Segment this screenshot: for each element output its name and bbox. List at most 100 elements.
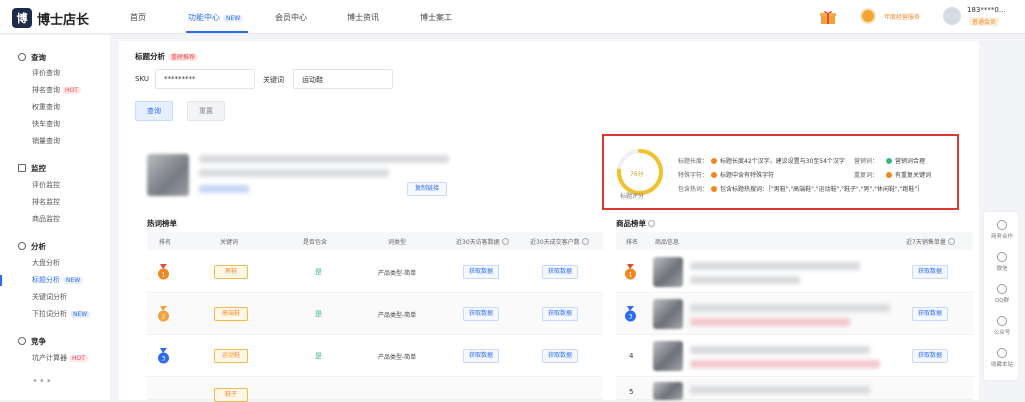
avatar[interactable] [943,7,961,25]
analysis-text: 包含标题热搜词：［"男鞋","高端鞋","运动鞋","鞋子","男","休闲鞋"… [720,186,924,193]
svg-text:2: 2 [162,314,166,321]
vip-service-link[interactable]: 年度经营服务 [884,12,920,21]
sidebar-item-keyword-analysis[interactable]: 关键词分析 [32,292,67,302]
get-data-button[interactable]: 获取数据 [542,265,578,279]
nav-member[interactable]: 会员中心 [275,12,307,23]
sidebar-item-review-query[interactable]: 评价查询 [32,68,60,78]
sku-input[interactable]: ********* [155,69,255,89]
sidebar-section-compete: 竞争 [18,336,46,347]
search-icon [18,53,26,61]
type-value: 产品类型-简单 [378,270,417,277]
analysis-text: 有重复关键词 [895,172,932,179]
sidebar-item-weight-query[interactable]: 权重查询 [32,102,60,112]
product-title-blurred [199,155,449,163]
score-label: 标题评分 [620,193,645,200]
warning-dot-icon [886,172,892,178]
sidebar-item-pit-calc[interactable]: 坑产计算器 HOT [32,353,88,363]
hot-badge: HOT [62,87,81,94]
product-meta-blurred [690,276,800,284]
get-data-button[interactable]: 获取数据 [912,265,948,279]
product-thumbnail [653,382,683,400]
get-data-button[interactable]: 获取数据 [463,307,499,321]
keyword-tag[interactable]: 男鞋 [214,265,248,279]
sidebar-item-express-query[interactable]: 快车查询 [32,119,60,129]
page-title: 标题分析 重磅推荐 [135,51,199,62]
svg-text:3: 3 [629,314,633,321]
bronze-medal-icon: 3 [158,348,169,364]
analysis-key-duplicate: 重复词： [854,172,879,179]
float-label: QQ群 [994,298,1010,304]
float-label: 微信 [996,266,1008,272]
get-data-button[interactable]: 获取数据 [912,307,948,321]
col-type: 词类型 [388,239,407,246]
analysis-key-hotwords: 包含热词： [678,186,709,193]
new-badge: NEW [70,311,91,318]
col-label: 近30天成交客户数 [530,239,580,246]
qq-group-button[interactable]: QQ群 [984,284,1020,304]
sidebar-item-label: 排名查询 [32,86,60,94]
sidebar-item-label: 下拉词分析 [32,310,67,318]
analysis-text: 标题中含有特殊字符 [720,172,775,179]
score-value: 76分 [630,171,644,178]
official-account-button[interactable]: 公众号 [984,316,1020,336]
warning-dot-icon [711,158,717,164]
get-data-button[interactable]: 获取数据 [912,349,948,363]
new-badge: NEW [223,15,244,22]
sidebar-item-dropdown-analysis[interactable]: 下拉词分析 NEW [32,309,91,319]
reset-button[interactable]: 重置 [187,101,225,121]
keyword-tag[interactable]: 运动鞋 [214,349,248,363]
sidebar-section-analysis: 分析 [18,241,46,252]
nav-features[interactable]: 功能中心 NEW [188,12,244,23]
main-panel: 标题分析 重磅推荐 SKU ********* 关键词 运动鞋 查询 重置 复制链… [119,41,979,402]
product-name-blurred [690,346,870,354]
sidebar-item-review-monitor[interactable]: 评价监控 [32,180,60,190]
get-data-button[interactable]: 获取数据 [463,265,499,279]
table-row: 1 获取数据 [616,252,973,293]
product-thumbnail [653,257,683,287]
svg-text:1: 1 [629,272,633,279]
user-phone[interactable]: 183****0... [967,6,1006,14]
keyword-input[interactable]: 运动鞋 [293,69,393,89]
sidebar-item-market-analysis[interactable]: 大盘分析 [32,258,60,268]
copy-link-button[interactable]: 复制链接 [407,182,447,196]
wechat-button[interactable]: 微信 [984,252,1020,272]
table-row: 鞋子 [147,378,603,402]
analysis-val-special: 标题中含有特殊字符 [711,170,774,179]
table-row: 1 男鞋 是 产品类型-简单 获取数据 获取数据 [147,252,603,293]
col-label: 近7天销售单量 [906,239,946,246]
sidebar-item-rank-query[interactable]: 排名查询 HOT [32,85,81,95]
nav-news[interactable]: 博士资讯 [347,12,379,23]
business-cooperation-button[interactable]: 商务合作 [984,220,1020,240]
sidebar-section-query: 查询 [18,52,46,63]
info-icon [501,238,509,245]
logo[interactable]: 博 博士店长 [12,8,89,28]
get-data-button[interactable]: 获取数据 [542,349,578,363]
section-title: 监控 [31,164,46,173]
get-data-button[interactable]: 获取数据 [542,307,578,321]
vip-icon[interactable] [860,8,876,24]
sidebar-item-rank-monitor[interactable]: 排名监控 [32,197,60,207]
float-label: 公众号 [993,330,1011,336]
search-button[interactable]: 查询 [135,101,173,121]
sidebar-item-title-analysis[interactable]: 标题分析 NEW [32,275,84,285]
sidebar-item-product-monitor[interactable]: 商品监控 [32,214,60,224]
warning-dot-icon [711,172,717,178]
bookmark-button[interactable]: 收藏本站 [984,348,1020,368]
product-thumbnail [653,341,683,371]
keyword-tag[interactable]: 高端鞋 [214,307,248,321]
sidebar-item-sales-query[interactable]: 销量查询 [32,136,60,146]
blue-medal-icon: 3 [625,306,636,322]
more-icon[interactable]: ••• [32,376,53,387]
sidebar-item-label: 坑产计算器 [32,354,67,362]
recommend-tag: 重磅推荐 [168,54,199,61]
gift-icon[interactable] [820,10,836,24]
info-icon [648,220,655,227]
contains-value: 是 [315,352,322,360]
svg-text:1: 1 [162,272,166,279]
floating-toolbar: 商务合作 微信 QQ群 公众号 收藏本站 [983,211,1019,381]
type-value: 产品类型-简单 [378,312,417,319]
nav-cases[interactable]: 博士案工 [420,12,452,23]
sidebar: 查询 评价查询 排名查询 HOT 权重查询 快车查询 销量查询 监控 评价监控 排… [0,35,110,400]
get-data-button[interactable]: 获取数据 [463,349,499,363]
nav-home[interactable]: 首页 [130,12,146,23]
